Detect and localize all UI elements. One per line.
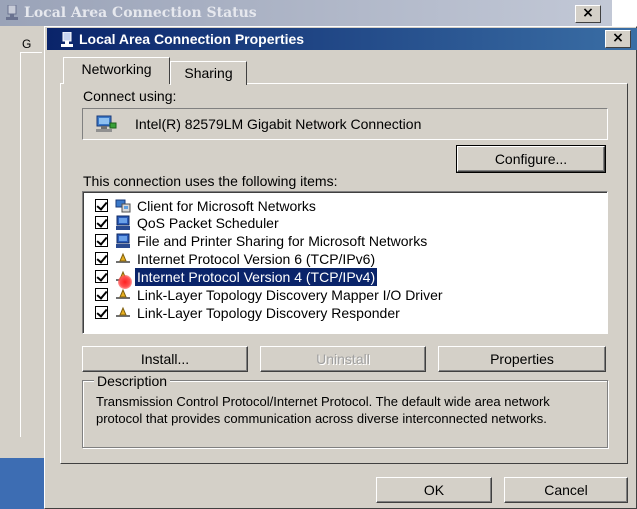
item-checkbox[interactable] [95,306,108,319]
list-item[interactable]: Client for Microsoft Networks [83,197,603,215]
protocol-icon [116,306,130,317]
list-item[interactable]: Internet Protocol Version 6 (TCP/IPv6) [83,250,603,268]
dialog-title: Local Area Connection Properties [79,31,305,47]
list-item[interactable]: File and Printer Sharing for Microsoft N… [83,232,603,250]
item-checkbox[interactable] [95,252,108,265]
background-panel-edge [20,52,42,437]
cancel-button[interactable]: Cancel [504,477,628,503]
adapter-field: Intel(R) 82579LM Gigabit Network Connect… [82,108,608,140]
connect-using-label: Connect using: [83,88,177,104]
background-window-title: Local Area Connection Status [24,5,257,21]
network-connection-icon [61,32,73,47]
item-label: QoS Packet Scheduler [137,215,279,231]
item-label: Link-Layer Topology Discovery Mapper I/O… [137,287,443,303]
install-button[interactable]: Install... [82,346,248,372]
list-item[interactable]: Link-Layer Topology Discovery Mapper I/O… [83,286,603,304]
item-checkbox[interactable] [95,234,108,247]
description-text: Transmission Control Protocol/Internet P… [96,394,550,426]
item-label: Client for Microsoft Networks [137,198,316,214]
configure-button[interactable]: Configure... [456,145,606,173]
list-item-selected[interactable]: Internet Protocol Version 4 (TCP/IPv4) [83,267,603,287]
background-titlebar[interactable]: Local Area Connection Status [0,0,612,26]
computer-service-icon [116,233,130,248]
items-listbox[interactable]: Client for Microsoft Networks QoS Packet… [82,191,608,334]
item-label: Internet Protocol Version 6 (TCP/IPv6) [137,251,376,267]
dialog-titlebar[interactable]: Local Area Connection Properties [47,28,637,50]
item-checkbox[interactable] [95,216,108,229]
uninstall-button[interactable]: Uninstall [260,346,426,372]
properties-button[interactable]: Properties [438,346,606,372]
ok-button[interactable]: OK [376,477,492,503]
desktop-background [0,458,44,509]
item-label: Internet Protocol Version 4 (TCP/IPv4) [133,267,379,287]
list-item[interactable]: QoS Packet Scheduler [83,214,603,232]
description-title: Description [94,373,171,389]
item-checkbox[interactable] [95,199,108,212]
item-label: File and Printer Sharing for Microsoft N… [137,233,428,249]
item-checkbox[interactable] [95,288,108,301]
list-item[interactable]: Link-Layer Topology Discovery Responder [83,304,603,322]
protocol-icon [116,288,130,299]
item-label: Link-Layer Topology Discovery Responder [137,305,400,321]
background-close-button[interactable]: × [575,5,601,23]
computer-service-icon [116,215,130,230]
adapter-name: Intel(R) 82579LM Gigabit Network Connect… [135,116,422,132]
tab-sharing[interactable]: Sharing [170,61,247,85]
item-checkbox[interactable] [95,270,108,283]
network-connection-icon [6,5,18,20]
protocol-icon [116,252,130,263]
network-client-icon [115,199,131,213]
items-label: This connection uses the following items… [83,173,338,189]
network-adapter-icon [96,115,117,132]
click-marker [118,275,132,289]
close-button[interactable]: × [605,30,631,48]
tab-networking[interactable]: Networking [63,57,170,84]
